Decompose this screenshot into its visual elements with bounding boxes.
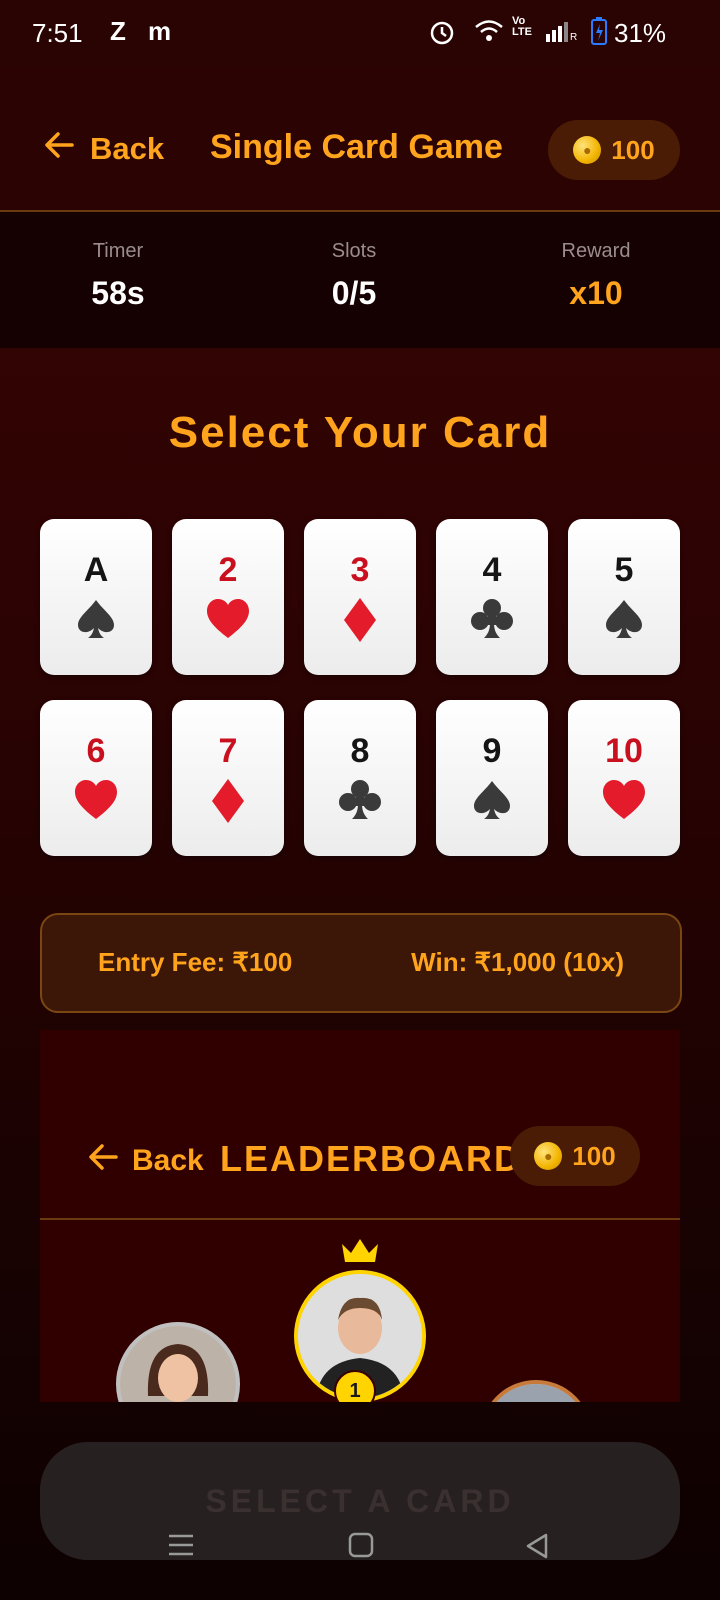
crown-icon xyxy=(340,1236,380,1271)
stat-value: x10 xyxy=(569,275,623,311)
stat-reward: Reward x10 xyxy=(496,240,696,312)
home-icon[interactable] xyxy=(348,1532,374,1563)
app-header: Back Single Card Game ● 100 xyxy=(0,66,720,212)
spade-icon xyxy=(40,597,152,641)
fee-info: Entry Fee: ₹100 Win: ₹1,000 (10x) xyxy=(40,913,682,1013)
card-rank: 7 xyxy=(218,732,238,770)
stat-label: Timer xyxy=(92,240,144,262)
card-rank: 2 xyxy=(218,551,238,589)
card-rank: 5 xyxy=(614,551,634,589)
recent-apps-icon[interactable] xyxy=(168,1532,194,1563)
card-rank: 8 xyxy=(350,732,370,770)
card-5[interactable]: 5 xyxy=(568,519,680,675)
coin-amount: 100 xyxy=(611,134,655,165)
card-rank: 4 xyxy=(482,551,502,589)
card-6[interactable]: 6 xyxy=(40,700,152,856)
battery-percent: 31% xyxy=(614,18,667,48)
back-label: Back xyxy=(132,1144,204,1177)
card-rank: 3 xyxy=(350,551,370,589)
arrow-left-icon xyxy=(86,1142,120,1180)
back-button[interactable]: Back xyxy=(42,130,164,168)
signal-icon: R xyxy=(544,18,578,49)
avatar-third-place[interactable] xyxy=(480,1380,592,1402)
leaderboard-coin-balance[interactable]: ● 100 xyxy=(510,1126,640,1186)
club-icon xyxy=(304,778,416,822)
entry-fee: Entry Fee: ₹100 xyxy=(98,947,293,977)
page-title: Single Card Game xyxy=(210,128,503,166)
status-bar: 7:51 Z m Vo LTE R 31% xyxy=(0,0,720,66)
section-title: Select Your Card xyxy=(168,408,552,457)
stat-label: Slots xyxy=(331,240,377,262)
status-time: 7:51 xyxy=(32,18,83,48)
card-2[interactable]: 2 xyxy=(172,519,284,675)
stat-value: 58s xyxy=(91,275,145,311)
svg-text:R: R xyxy=(570,32,577,43)
card-3[interactable]: 3 xyxy=(304,519,416,675)
card-rank: 9 xyxy=(482,732,502,770)
avatar-second-place[interactable] xyxy=(116,1322,240,1402)
battery-icon xyxy=(590,16,608,51)
stat-slots: Slots 0/5 xyxy=(254,240,454,312)
volte-icon: Vo LTE xyxy=(512,15,532,38)
stat-value: 0/5 xyxy=(331,275,377,311)
heart-icon xyxy=(568,778,680,822)
leaderboard-panel: Back LEADERBOARD ● 100 1 xyxy=(40,1030,680,1402)
card-1[interactable]: A xyxy=(40,519,152,675)
system-nav-bar xyxy=(0,1522,720,1582)
card-rank: 6 xyxy=(86,732,106,770)
heart-icon xyxy=(172,597,284,641)
coin-amount: 100 xyxy=(572,1140,616,1171)
z-app-icon: Z xyxy=(110,16,126,46)
club-icon xyxy=(436,597,548,641)
diamond-icon xyxy=(172,778,284,824)
coin-icon: ● xyxy=(573,136,602,164)
card-7[interactable]: 7 xyxy=(172,700,284,856)
game-stats: Timer 58s Slots 0/5 Reward x10 xyxy=(0,212,720,348)
wifi-icon xyxy=(474,18,504,49)
stat-label: Reward xyxy=(561,240,631,262)
leaderboard-header: Back LEADERBOARD ● 100 xyxy=(40,1030,680,1220)
card-4[interactable]: 4 xyxy=(436,519,548,675)
card-9[interactable]: 9 xyxy=(436,700,548,856)
heart-icon xyxy=(40,778,152,822)
spade-icon xyxy=(436,778,548,822)
win-amount: Win: ₹1,000 (10x) xyxy=(411,947,624,977)
card-rank: 10 xyxy=(605,732,643,770)
card-rank: A xyxy=(83,551,109,589)
coin-balance[interactable]: ● 100 xyxy=(548,120,680,180)
arrow-left-icon xyxy=(42,130,76,168)
coin-icon: ● xyxy=(534,1142,563,1170)
stat-timer: Timer 58s xyxy=(18,240,218,312)
spade-icon xyxy=(568,597,680,641)
card-10[interactable]: 10 xyxy=(568,700,680,856)
leaderboard-back-button[interactable]: Back xyxy=(86,1142,204,1180)
card-8[interactable]: 8 xyxy=(304,700,416,856)
back-label: Back xyxy=(90,131,165,166)
m-app-icon: m xyxy=(148,16,172,46)
alarm-icon xyxy=(428,18,456,51)
back-nav-icon[interactable] xyxy=(524,1532,550,1565)
leaderboard-title: LEADERBOARD xyxy=(220,1138,523,1179)
diamond-icon xyxy=(304,597,416,643)
